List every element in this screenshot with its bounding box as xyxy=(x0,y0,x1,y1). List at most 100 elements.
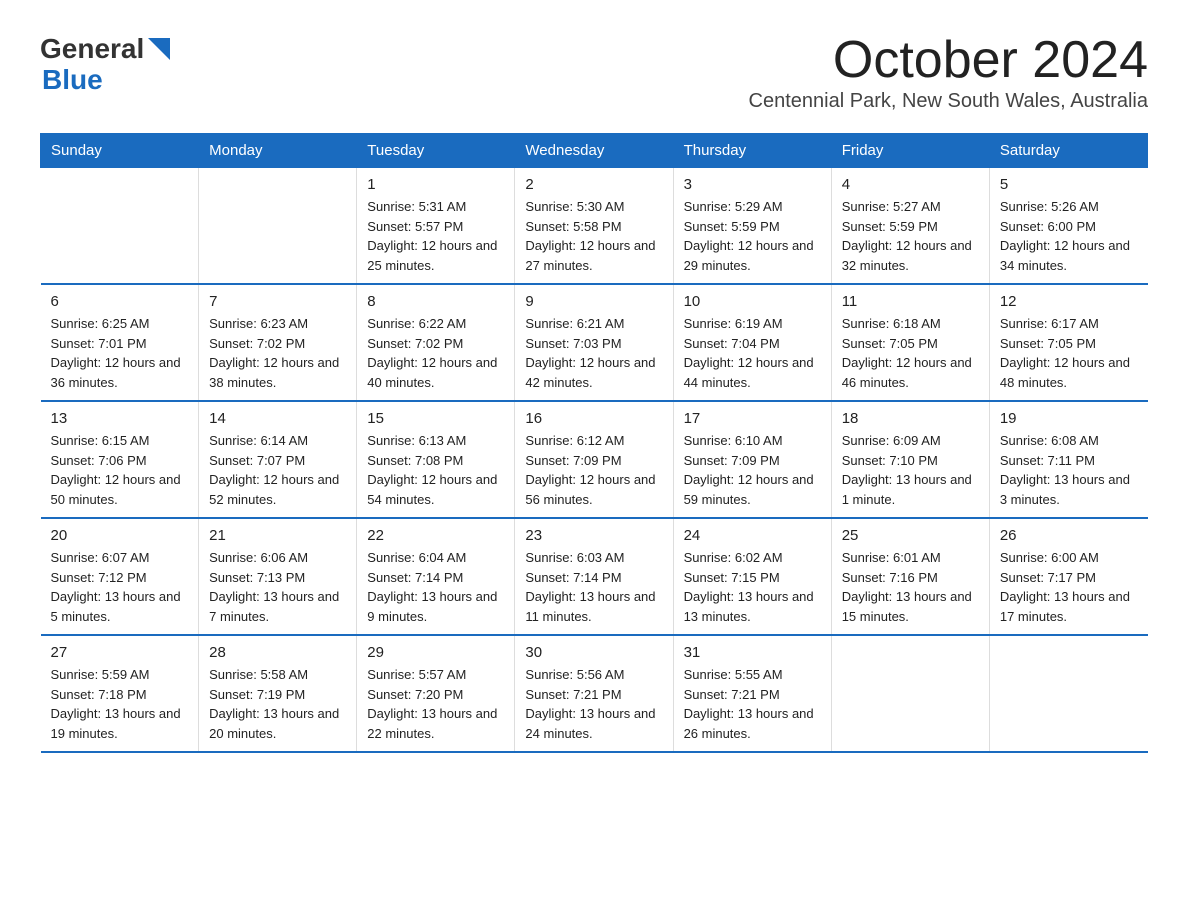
day-info: Sunrise: 6:02 AMSunset: 7:15 PMDaylight:… xyxy=(684,548,821,626)
location-title: Centennial Park, New South Wales, Austra… xyxy=(749,90,1148,113)
logo-blue: Blue xyxy=(42,65,170,96)
calendar-cell: 9Sunrise: 6:21 AMSunset: 7:03 PMDaylight… xyxy=(515,284,673,401)
day-info: Sunrise: 5:57 AMSunset: 7:20 PMDaylight:… xyxy=(367,665,504,743)
calendar-cell: 17 Sunrise: 6:10 AMSunset: 7:09 PMDayligh… xyxy=(673,401,831,518)
day-number: 20 xyxy=(51,527,189,544)
logo-arrow-icon xyxy=(148,38,170,60)
calendar-cell: 7 Sunrise: 6:23 AMSunset: 7:02 PMDaylight… xyxy=(199,284,357,401)
day-number: 18 xyxy=(842,410,979,427)
day-number: 24 xyxy=(684,527,821,544)
day-number: 5 xyxy=(1000,176,1138,193)
day-number: 19 xyxy=(1000,410,1138,427)
day-info: Sunrise: 5:29 AMSunset: 5:59 PMDaylight:… xyxy=(684,197,821,275)
calendar-cell xyxy=(989,635,1147,752)
day-info: Sunrise: 5:58 AMSunset: 7:19 PMDaylight:… xyxy=(209,665,346,743)
header-thursday: Thursday xyxy=(673,134,831,168)
calendar-cell: 3 Sunrise: 5:29 AMSunset: 5:59 PMDaylight… xyxy=(673,168,831,285)
logo-general: General xyxy=(40,34,144,65)
day-number: 11 xyxy=(842,293,979,310)
title-block: October 2024 Centennial Park, New South … xyxy=(749,30,1148,127)
day-number: 3 xyxy=(684,176,821,193)
calendar-cell: 19 Sunrise: 6:08 AMSunset: 7:11 PMDayligh… xyxy=(989,401,1147,518)
day-info: Sunrise: 5:30 AMSunset: 5:58 PMDaylight:… xyxy=(525,197,662,275)
calendar-cell: 1 Sunrise: 5:31 AMSunset: 5:57 PMDaylight… xyxy=(357,168,515,285)
calendar-cell: 23 Sunrise: 6:03 AMSunset: 7:14 PMDayligh… xyxy=(515,518,673,635)
day-info: Sunrise: 6:23 AMSunset: 7:02 PMDaylight:… xyxy=(209,314,346,392)
day-info: Sunrise: 6:08 AMSunset: 7:11 PMDaylight:… xyxy=(1000,431,1138,509)
header-saturday: Saturday xyxy=(989,134,1147,168)
header-sunday: Sunday xyxy=(41,134,199,168)
calendar-cell: 21 Sunrise: 6:06 AMSunset: 7:13 PMDayligh… xyxy=(199,518,357,635)
calendar-week-row: 6 Sunrise: 6:25 AMSunset: 7:01 PMDaylight… xyxy=(41,284,1148,401)
calendar-cell: 29Sunrise: 5:57 AMSunset: 7:20 PMDayligh… xyxy=(357,635,515,752)
day-info: Sunrise: 5:31 AMSunset: 5:57 PMDaylight:… xyxy=(367,197,504,275)
day-number: 31 xyxy=(684,644,821,661)
calendar-cell: 13 Sunrise: 6:15 AMSunset: 7:06 PMDayligh… xyxy=(41,401,199,518)
header-wednesday: Wednesday xyxy=(515,134,673,168)
calendar-cell: 11 Sunrise: 6:18 AMSunset: 7:05 PMDayligh… xyxy=(831,284,989,401)
day-info: Sunrise: 5:26 AMSunset: 6:00 PMDaylight:… xyxy=(1000,197,1138,275)
day-number: 10 xyxy=(684,293,821,310)
calendar-cell: 5 Sunrise: 5:26 AMSunset: 6:00 PMDaylight… xyxy=(989,168,1147,285)
day-number: 26 xyxy=(1000,527,1138,544)
day-info: Sunrise: 6:06 AMSunset: 7:13 PMDaylight:… xyxy=(209,548,346,626)
calendar-week-row: 13 Sunrise: 6:15 AMSunset: 7:06 PMDayligh… xyxy=(41,401,1148,518)
day-info: Sunrise: 6:07 AMSunset: 7:12 PMDaylight:… xyxy=(51,548,189,626)
day-number: 6 xyxy=(51,293,189,310)
day-info: Sunrise: 6:25 AMSunset: 7:01 PMDaylight:… xyxy=(51,314,189,392)
day-number: 23 xyxy=(525,527,662,544)
day-info: Sunrise: 6:19 AMSunset: 7:04 PMDaylight:… xyxy=(684,314,821,392)
day-number: 12 xyxy=(1000,293,1138,310)
day-info: Sunrise: 6:18 AMSunset: 7:05 PMDaylight:… xyxy=(842,314,979,392)
calendar-cell xyxy=(831,635,989,752)
calendar-cell: 24 Sunrise: 6:02 AMSunset: 7:15 PMDayligh… xyxy=(673,518,831,635)
day-number: 17 xyxy=(684,410,821,427)
header-tuesday: Tuesday xyxy=(357,134,515,168)
logo: General Blue xyxy=(40,34,170,96)
calendar-cell: 22 Sunrise: 6:04 AMSunset: 7:14 PMDayligh… xyxy=(357,518,515,635)
day-number: 28 xyxy=(209,644,346,661)
day-info: Sunrise: 6:15 AMSunset: 7:06 PMDaylight:… xyxy=(51,431,189,509)
day-info: Sunrise: 5:56 AMSunset: 7:21 PMDaylight:… xyxy=(525,665,662,743)
day-info: Sunrise: 6:22 AMSunset: 7:02 PMDaylight:… xyxy=(367,314,504,392)
calendar-header-row: SundayMondayTuesdayWednesdayThursdayFrid… xyxy=(41,134,1148,168)
day-number: 7 xyxy=(209,293,346,310)
calendar-cell: 8Sunrise: 6:22 AMSunset: 7:02 PMDaylight… xyxy=(357,284,515,401)
day-number: 1 xyxy=(367,176,504,193)
day-number: 15 xyxy=(367,410,504,427)
month-title: October 2024 xyxy=(749,30,1148,90)
day-number: 30 xyxy=(525,644,662,661)
calendar-cell: 10 Sunrise: 6:19 AMSunset: 7:04 PMDayligh… xyxy=(673,284,831,401)
calendar-table: SundayMondayTuesdayWednesdayThursdayFrid… xyxy=(40,133,1148,753)
day-number: 22 xyxy=(367,527,504,544)
calendar-cell: 14Sunrise: 6:14 AMSunset: 7:07 PMDayligh… xyxy=(199,401,357,518)
day-number: 4 xyxy=(842,176,979,193)
calendar-cell: 18Sunrise: 6:09 AMSunset: 7:10 PMDayligh… xyxy=(831,401,989,518)
calendar-cell: 15 Sunrise: 6:13 AMSunset: 7:08 PMDayligh… xyxy=(357,401,515,518)
day-info: Sunrise: 6:10 AMSunset: 7:09 PMDaylight:… xyxy=(684,431,821,509)
day-number: 13 xyxy=(51,410,189,427)
day-info: Sunrise: 6:13 AMSunset: 7:08 PMDaylight:… xyxy=(367,431,504,509)
calendar-week-row: 20 Sunrise: 6:07 AMSunset: 7:12 PMDayligh… xyxy=(41,518,1148,635)
day-number: 16 xyxy=(525,410,662,427)
calendar-cell: 20 Sunrise: 6:07 AMSunset: 7:12 PMDayligh… xyxy=(41,518,199,635)
day-info: Sunrise: 6:17 AMSunset: 7:05 PMDaylight:… xyxy=(1000,314,1138,392)
calendar-cell: 27Sunrise: 5:59 AMSunset: 7:18 PMDayligh… xyxy=(41,635,199,752)
day-number: 25 xyxy=(842,527,979,544)
day-number: 21 xyxy=(209,527,346,544)
day-info: Sunrise: 5:27 AMSunset: 5:59 PMDaylight:… xyxy=(842,197,979,275)
day-info: Sunrise: 6:04 AMSunset: 7:14 PMDaylight:… xyxy=(367,548,504,626)
day-info: Sunrise: 5:59 AMSunset: 7:18 PMDaylight:… xyxy=(51,665,189,743)
page-header: General Blue October 2024 Centennial Par… xyxy=(40,30,1148,127)
calendar-cell: 4 Sunrise: 5:27 AMSunset: 5:59 PMDaylight… xyxy=(831,168,989,285)
calendar-cell: 16Sunrise: 6:12 AMSunset: 7:09 PMDayligh… xyxy=(515,401,673,518)
calendar-cell xyxy=(41,168,199,285)
calendar-cell: 25Sunrise: 6:01 AMSunset: 7:16 PMDayligh… xyxy=(831,518,989,635)
day-number: 14 xyxy=(209,410,346,427)
calendar-cell: 2 Sunrise: 5:30 AMSunset: 5:58 PMDaylight… xyxy=(515,168,673,285)
day-info: Sunrise: 6:03 AMSunset: 7:14 PMDaylight:… xyxy=(525,548,662,626)
day-info: Sunrise: 5:55 AMSunset: 7:21 PMDaylight:… xyxy=(684,665,821,743)
calendar-cell: 6 Sunrise: 6:25 AMSunset: 7:01 PMDaylight… xyxy=(41,284,199,401)
calendar-cell: 28 Sunrise: 5:58 AMSunset: 7:19 PMDayligh… xyxy=(199,635,357,752)
day-number: 2 xyxy=(525,176,662,193)
